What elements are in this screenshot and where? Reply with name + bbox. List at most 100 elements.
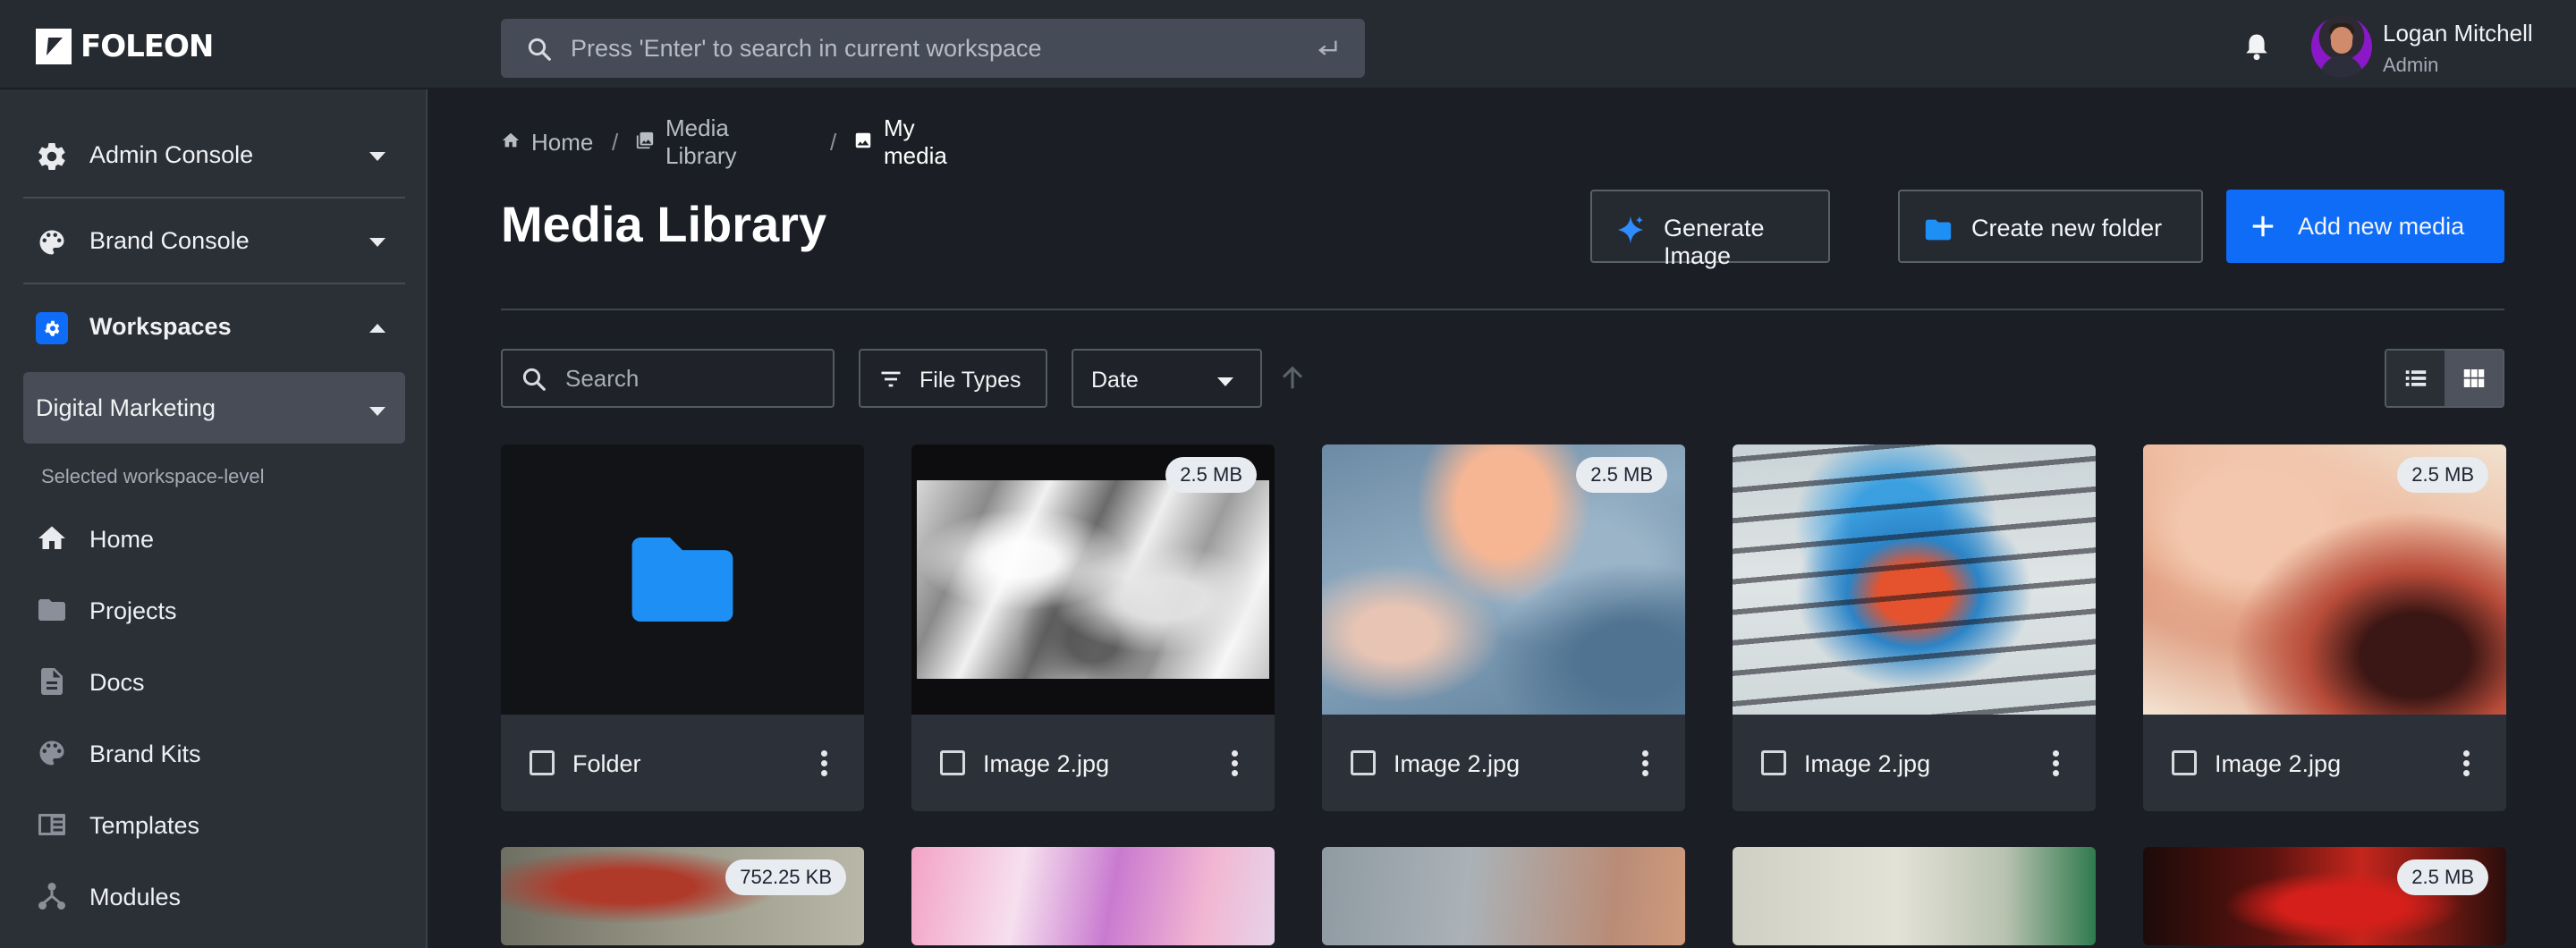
logo-mark-icon xyxy=(36,29,72,64)
breadcrumb-home[interactable]: Home xyxy=(501,129,593,156)
search-icon xyxy=(521,366,547,397)
media-card-image[interactable]: 2.5 MB Image 2.jpg xyxy=(911,444,1275,811)
filter-icon xyxy=(878,367,903,396)
plus-icon xyxy=(2250,213,2276,246)
sidebar-item-templates[interactable]: Templates xyxy=(36,798,411,851)
media-search[interactable] xyxy=(501,349,835,408)
workspace-selector[interactable]: Digital Marketing xyxy=(23,372,405,444)
list-view-icon xyxy=(2405,370,2427,386)
chevron-down-icon xyxy=(369,149,386,165)
more-options-icon[interactable] xyxy=(2053,750,2060,777)
media-card-image[interactable]: Image 2.jpg xyxy=(1733,444,2096,811)
media-card-image[interactable]: 2.5 MB xyxy=(2143,847,2506,945)
media-card-folder[interactable]: Folder xyxy=(501,444,864,811)
top-bar: FOLEON Logan Mitchell Admin xyxy=(0,0,2576,89)
image-thumbnail: 2.5 MB xyxy=(2143,444,2506,715)
list-view-button[interactable] xyxy=(2386,351,2445,406)
chevron-up-icon xyxy=(369,321,386,337)
workspace-search[interactable] xyxy=(501,19,1365,78)
sidebar-section-label: Workspaces xyxy=(89,312,232,340)
enter-key-icon xyxy=(1315,37,1340,66)
gear-icon xyxy=(36,140,68,177)
grid-view-icon xyxy=(2463,369,2485,387)
media-search-input[interactable] xyxy=(565,351,825,406)
media-name: Image 2.jpg xyxy=(2215,750,2342,777)
sidebar-item-brand-kits[interactable]: Brand Kits xyxy=(36,726,411,780)
generate-image-button[interactable]: Generate Image xyxy=(1590,190,1830,269)
home-icon xyxy=(501,131,521,155)
sort-direction-arrow-icon[interactable] xyxy=(1277,363,1308,398)
folder-icon xyxy=(1923,215,1953,251)
breadcrumb-label: Home xyxy=(531,128,594,156)
sidebar-section-brand-console[interactable]: Brand Console xyxy=(23,199,405,283)
media-card-image[interactable] xyxy=(1733,847,2096,945)
workspace-level-note: Selected workspace-level xyxy=(41,465,265,487)
chevron-down-icon xyxy=(369,404,386,420)
image-icon xyxy=(853,131,873,155)
sidebar-section-admin-console[interactable]: Admin Console xyxy=(23,113,405,197)
more-options-icon[interactable] xyxy=(821,750,828,777)
folder-icon xyxy=(631,537,733,622)
foleon-logo[interactable]: FOLEON xyxy=(36,29,214,64)
sort-select[interactable]: Date xyxy=(1072,349,1262,408)
sidebar-item-label: Templates xyxy=(89,812,200,839)
media-card-image[interactable] xyxy=(1322,847,1685,945)
media-card-image[interactable]: 2.5 MB Image 2.jpg xyxy=(1322,444,1685,811)
modules-icon xyxy=(36,880,68,917)
sidebar-item-docs[interactable]: Docs xyxy=(36,655,411,708)
user-name[interactable]: Logan Mitchell xyxy=(2383,20,2533,47)
sidebar-item-modules[interactable]: Modules xyxy=(36,869,411,923)
image-thumbnail: 2.5 MB xyxy=(1322,444,1685,715)
add-new-media-button[interactable]: Add new media xyxy=(2226,190,2504,263)
file-types-filter-button[interactable]: File Types xyxy=(859,349,1047,408)
more-options-icon[interactable] xyxy=(2463,750,2470,777)
image-thumbnail xyxy=(1322,847,1685,945)
file-size-badge: 2.5 MB xyxy=(2397,859,2488,895)
more-options-icon[interactable] xyxy=(1232,750,1239,777)
select-checkbox[interactable] xyxy=(530,750,555,775)
sidebar-section-label: Admin Console xyxy=(89,140,254,168)
document-icon xyxy=(36,665,68,702)
file-size-badge: 2.5 MB xyxy=(2397,457,2488,493)
sidebar-section-label: Brand Console xyxy=(89,226,250,254)
create-folder-label: Create new folder xyxy=(1971,215,2163,241)
select-checkbox[interactable] xyxy=(2172,750,2197,775)
user-avatar[interactable] xyxy=(2311,16,2372,77)
workspace-icon xyxy=(36,312,68,349)
sidebar-item-home[interactable]: Home xyxy=(36,512,411,565)
more-options-icon[interactable] xyxy=(1642,750,1649,777)
add-new-media-label: Add new media xyxy=(2298,213,2465,240)
sidebar-item-projects[interactable]: Projects xyxy=(36,583,411,637)
palette-icon xyxy=(36,737,68,774)
chevron-down-icon xyxy=(369,235,386,251)
create-folder-button[interactable]: Create new folder xyxy=(1898,190,2203,263)
select-checkbox[interactable] xyxy=(1761,750,1786,775)
notifications-bell-icon[interactable] xyxy=(2243,32,2270,65)
file-types-label: File Types xyxy=(919,368,1021,393)
sidebar-item-label: Docs xyxy=(89,669,145,696)
sidebar-item-label: Modules xyxy=(89,884,182,910)
sidebar-section-workspaces[interactable]: Workspaces xyxy=(23,284,405,368)
select-checkbox[interactable] xyxy=(1351,750,1376,775)
image-thumbnail: 2.5 MB xyxy=(2143,847,2506,945)
breadcrumb-media-library[interactable]: Media Library xyxy=(635,114,736,169)
folder-thumbnail xyxy=(501,444,864,715)
home-icon xyxy=(36,522,68,559)
media-card-image[interactable]: 752.25 KB xyxy=(501,847,864,945)
chevron-down-icon xyxy=(1217,375,1233,391)
breadcrumb-label: Media Library xyxy=(665,114,737,169)
sidebar-item-label: Brand Kits xyxy=(89,741,201,767)
user-role: Admin xyxy=(2383,54,2439,76)
file-size-badge: 2.5 MB xyxy=(1165,457,1257,493)
sidebar-item-label: Home xyxy=(89,526,155,553)
media-name: Image 2.jpg xyxy=(1804,750,1931,777)
breadcrumb-label: My media xyxy=(884,114,947,169)
grid-view-button[interactable] xyxy=(2445,351,2503,406)
media-card-image[interactable] xyxy=(911,847,1275,945)
media-card-image[interactable]: 2.5 MB Image 2.jpg xyxy=(2143,444,2506,811)
media-library-icon xyxy=(635,131,655,155)
media-name: Folder xyxy=(572,750,641,777)
select-checkbox[interactable] xyxy=(940,750,965,775)
workspace-search-input[interactable] xyxy=(571,19,1268,78)
sidebar: Admin Console Brand Console Workspaces D… xyxy=(0,89,428,948)
